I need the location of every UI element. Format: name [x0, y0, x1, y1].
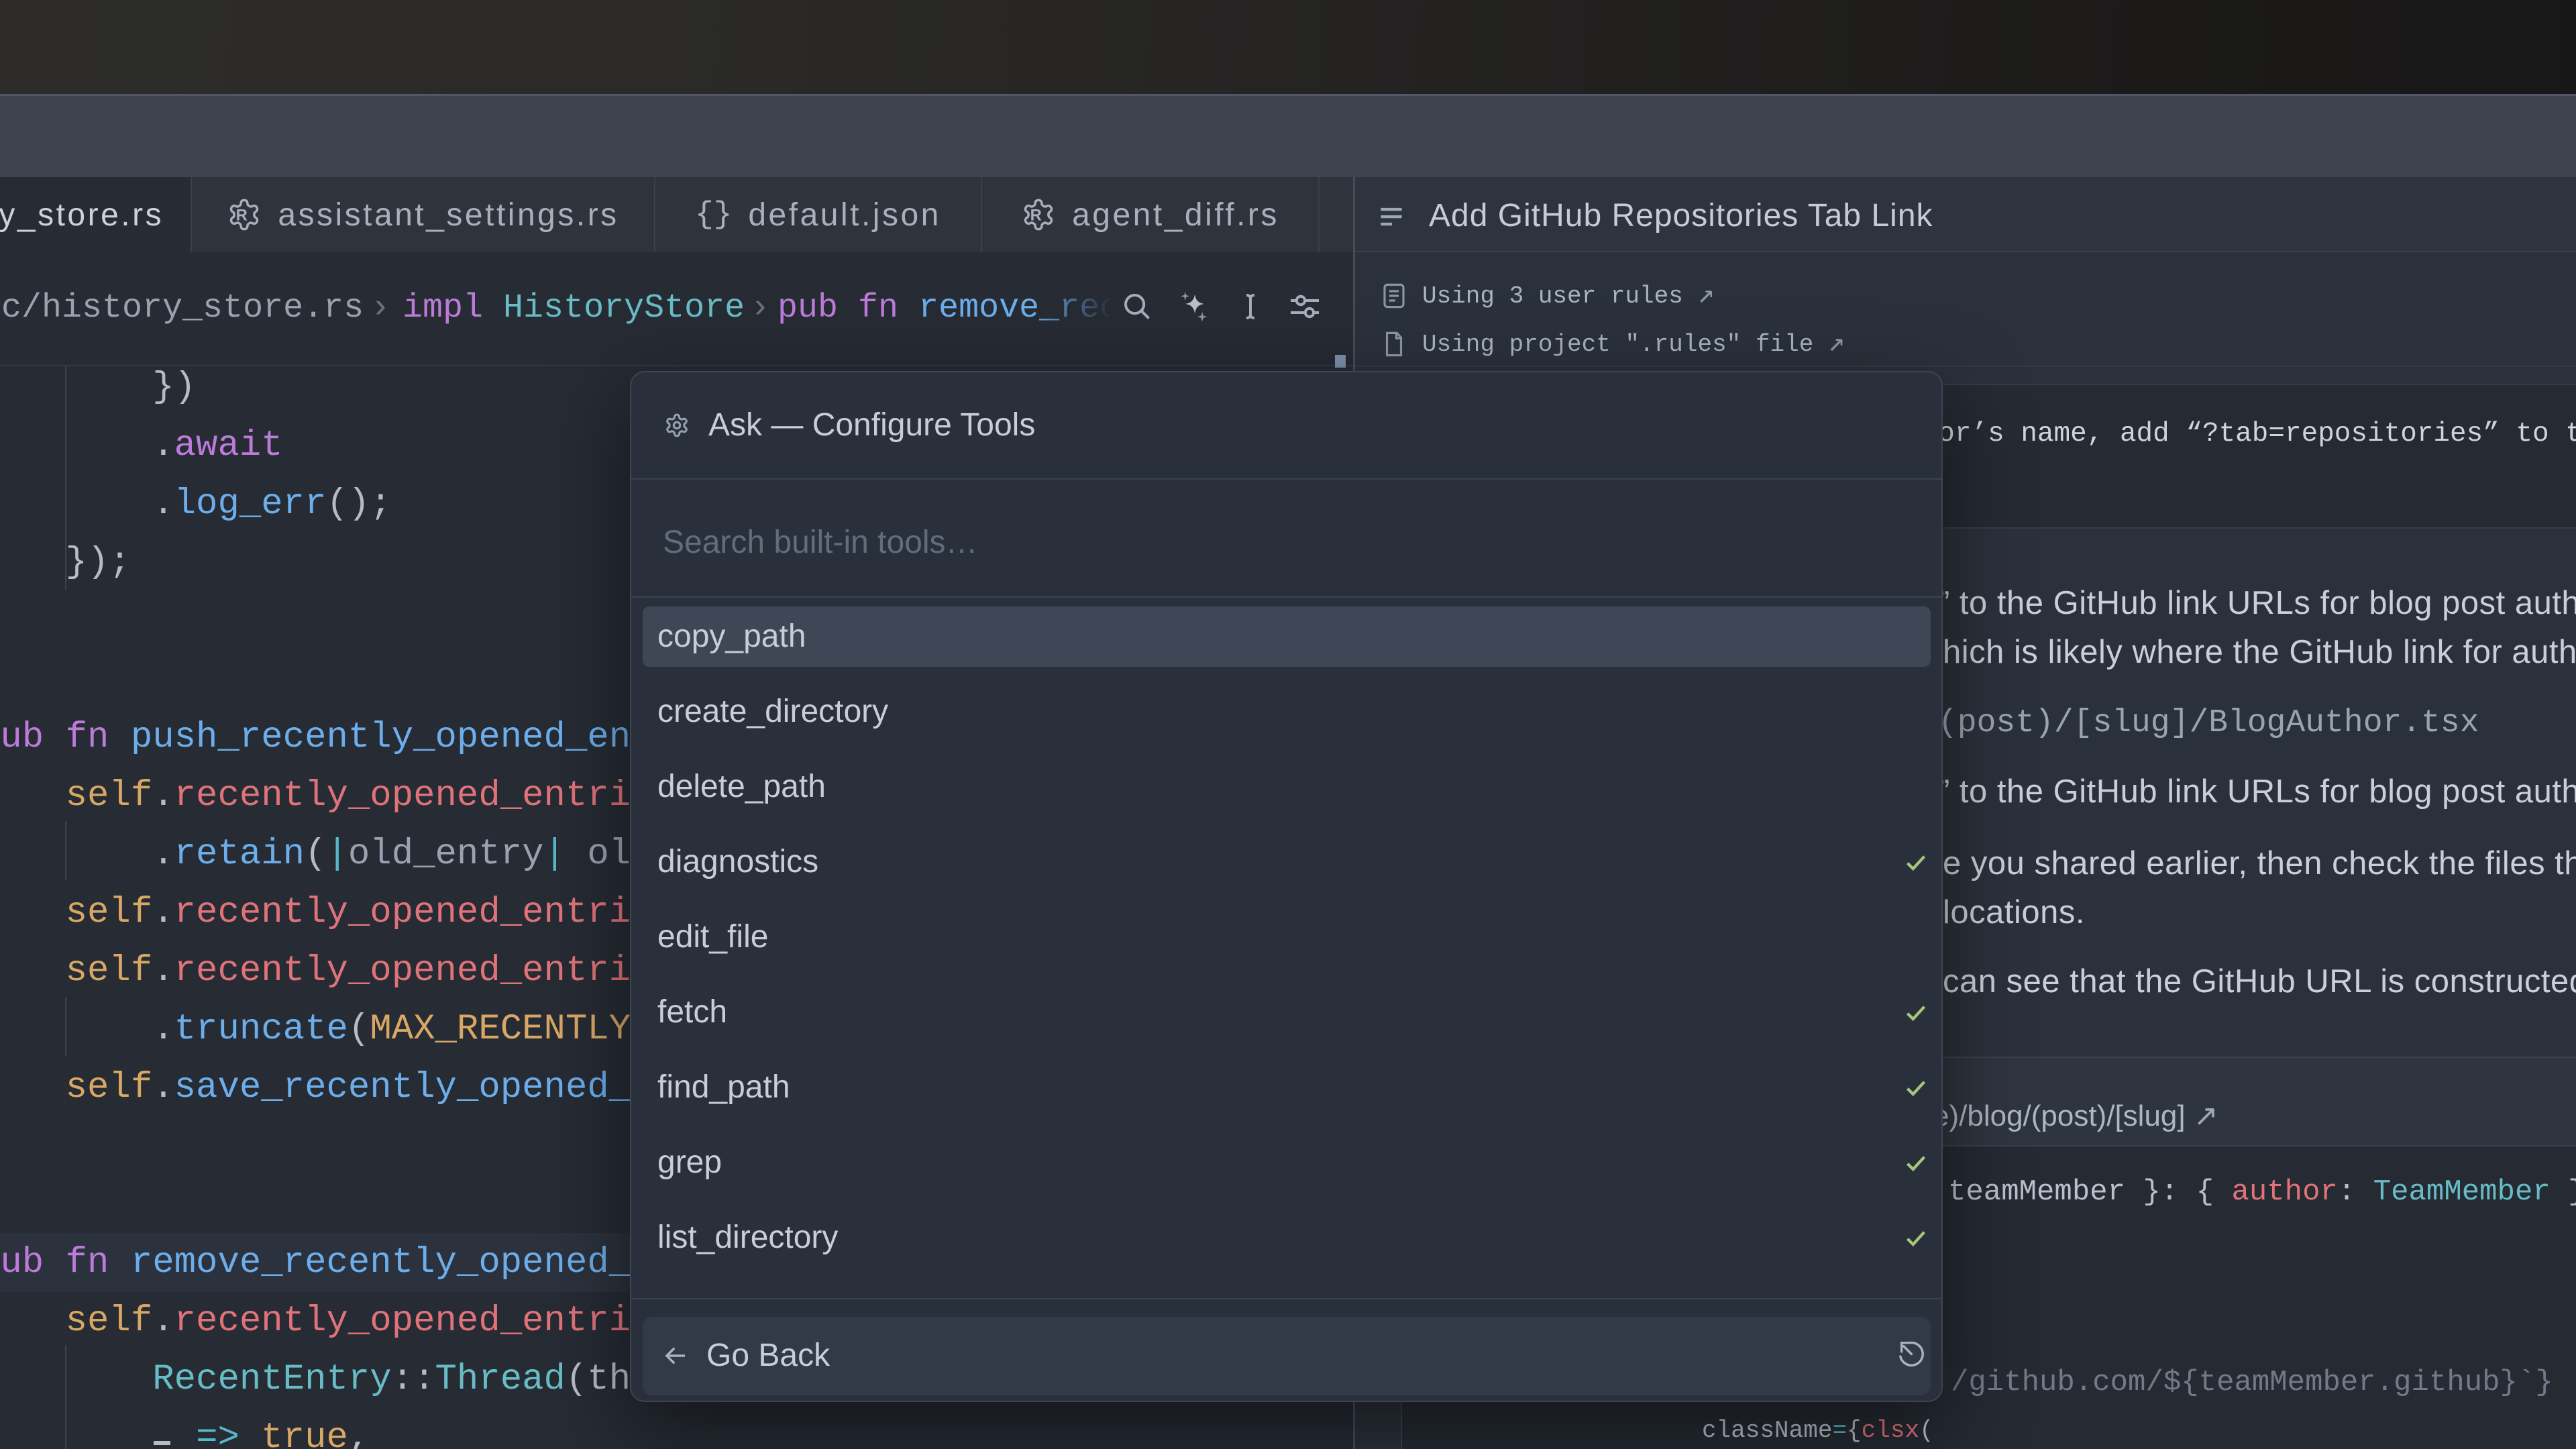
svg-text:R: R: [1030, 207, 1047, 225]
svg-text:R: R: [236, 207, 253, 225]
